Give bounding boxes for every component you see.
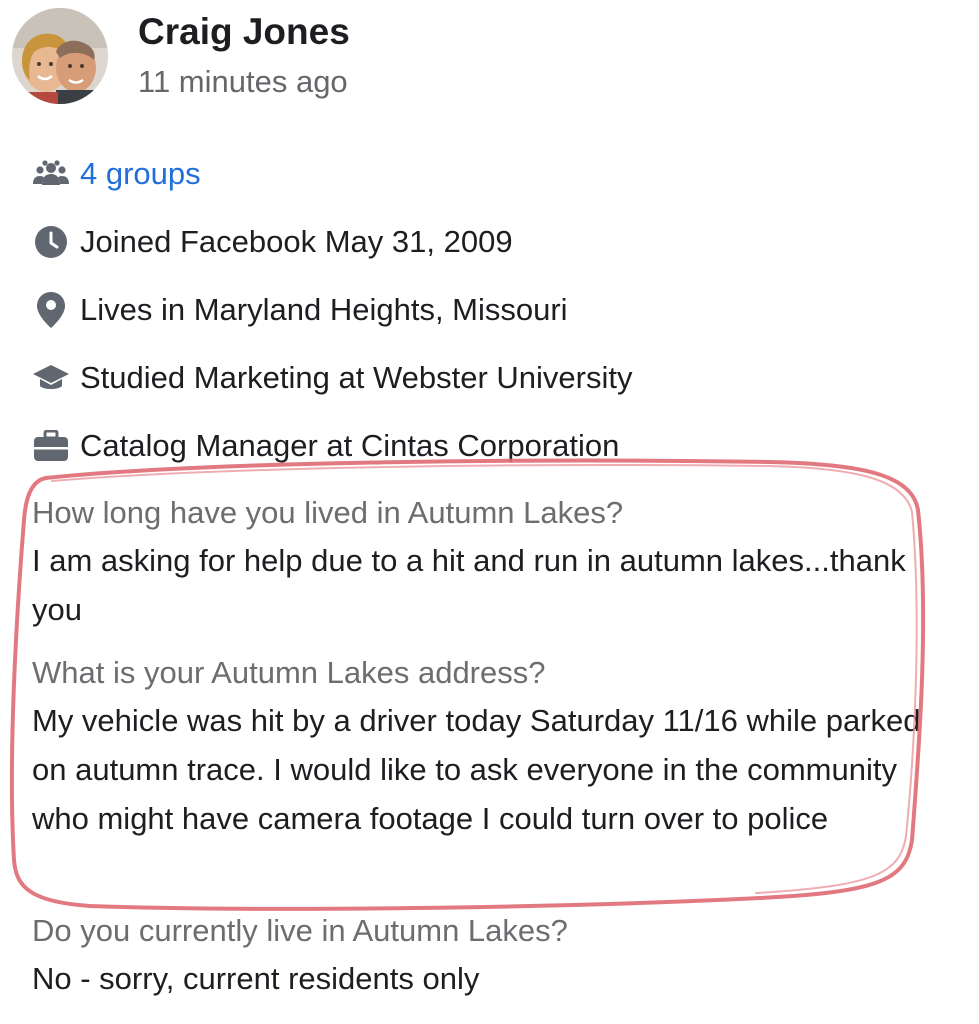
info-row-studied: Studied Marketing at Webster University — [32, 344, 952, 412]
clock-icon — [32, 223, 70, 261]
avatar[interactable] — [12, 8, 108, 104]
profile-header: Craig Jones 11 minutes ago — [12, 8, 350, 106]
profile-info-list: 4 groups Joined Facebook May 31, 2009 Li… — [32, 140, 952, 480]
profile-name[interactable]: Craig Jones — [138, 10, 350, 54]
answer-text: No - sorry, current residents only — [32, 961, 480, 996]
info-row-joined: Joined Facebook May 31, 2009 — [32, 208, 952, 276]
answer-text: I am asking for help due to a hit and ru… — [32, 543, 906, 627]
profile-name-block: Craig Jones 11 minutes ago — [138, 10, 350, 106]
answer-text: My vehicle was hit by a driver today Sat… — [32, 703, 921, 836]
question-text: What is your Autumn Lakes address? — [32, 655, 546, 690]
avatar-photo — [12, 8, 108, 104]
membership-question-2: What is your Autumn Lakes address? My ve… — [32, 650, 932, 843]
joined-text: Joined Facebook May 31, 2009 — [80, 224, 513, 259]
question-text: How long have you lived in Autumn Lakes? — [32, 495, 624, 530]
question-text: Do you currently live in Autumn Lakes? — [32, 913, 568, 948]
studied-text: Studied Marketing at Webster University — [80, 360, 633, 395]
info-row-work: Catalog Manager at Cintas Corporation — [32, 412, 952, 480]
membership-question-1: How long have you lived in Autumn Lakes?… — [32, 490, 932, 634]
groups-link[interactable]: 4 groups — [80, 156, 201, 192]
groups-icon — [32, 155, 70, 193]
work-text: Catalog Manager at Cintas Corporation — [80, 428, 620, 463]
membership-question-3: Do you currently live in Autumn Lakes? N… — [32, 908, 932, 1003]
lives-text: Lives in Maryland Heights, Missouri — [80, 292, 568, 327]
post-timestamp: 11 minutes ago — [138, 64, 348, 99]
info-row-groups[interactable]: 4 groups — [32, 140, 952, 208]
briefcase-icon — [32, 427, 70, 465]
graduation-cap-icon — [32, 359, 70, 397]
info-row-lives: Lives in Maryland Heights, Missouri — [32, 276, 952, 344]
location-pin-icon — [32, 291, 70, 329]
